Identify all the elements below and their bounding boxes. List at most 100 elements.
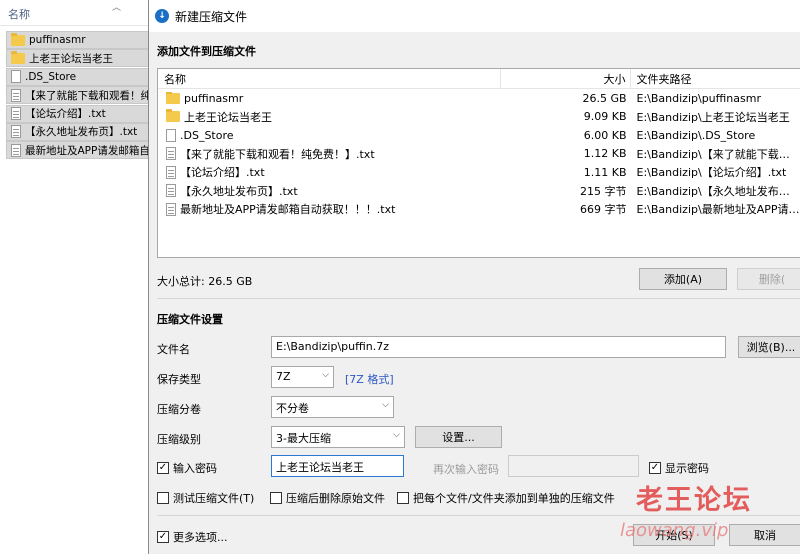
new-archive-dialog: ↓ 新建压缩文件 添加文件到压缩文件 名称 大小 文件夹路径 puffinasm… (148, 0, 800, 554)
file-size: 1.11 KB (583, 165, 627, 179)
file-list-view[interactable]: 名称 大小 文件夹路径 puffinasmr 26.5 GB E:\Bandizip… (157, 68, 800, 258)
chevron-down-icon: ⌵ (393, 430, 400, 440)
explorer-list-item[interactable]: 【永久地址发布页】.txt (6, 122, 150, 141)
explorer-item-name: 【永久地址发布页】.txt (25, 126, 138, 139)
explorer-item-name: 上老王论坛当老王 (29, 52, 113, 65)
save-type-label: 保存类型 (157, 373, 201, 386)
file-name-cell: 【论坛介绍】.txt (158, 164, 501, 180)
file-name-cell: puffinasmr (158, 91, 501, 105)
file-row[interactable]: puffinasmr 26.5 GB E:\Bandizip\puffinasmr (158, 89, 800, 108)
column-header-name[interactable]: 名称 (158, 68, 501, 89)
folder-icon (11, 50, 25, 64)
split-select[interactable]: 不分卷 ⌵ (271, 396, 394, 418)
explorer-file-list: puffinasmr 上老王论坛当老王 .DS_Store 【来了就能下载和观看！纯【… (6, 31, 150, 160)
chevron-down-icon: ⌵ (382, 400, 389, 410)
settings-button[interactable]: 设置... (415, 426, 502, 448)
split-value: 不分卷 (276, 402, 309, 415)
text-file-icon (11, 88, 21, 102)
more-options-checkbox[interactable]: ✓ 更多选项... (157, 529, 228, 545)
file-size: 215 字节 (580, 184, 627, 198)
sort-up-icon: ︿ (112, 3, 122, 13)
file-path: E:\Bandizip\.DS_Store (636, 128, 756, 142)
file-name-cell: 【永久地址发布页】.txt (158, 183, 501, 199)
file-name: 【来了就能下载和观看！纯免费！】.txt (180, 147, 375, 161)
show-password-checkbox[interactable]: ✓ 显示密码 (649, 460, 709, 476)
explorer-list-item[interactable]: .DS_Store (6, 67, 150, 86)
file-name: 【永久地址发布页】.txt (180, 184, 298, 198)
separate-archives-checkbox[interactable]: 把每个文件/文件夹添加到单独的压缩文件 (397, 490, 615, 506)
explorer-list-item[interactable]: 【论坛介绍】.txt (6, 104, 150, 123)
explorer-item-name: puffinasmr (29, 34, 86, 46)
folder-icon (166, 109, 180, 123)
file-name: 最新地址及APP请发邮箱自动获取！！！.txt (180, 203, 396, 217)
delete-button[interactable]: 删除( (737, 268, 800, 290)
explorer-pane: 名称 ︿ puffinasmr 上老王论坛当老王 .DS_Store 【来了就能下载和… (0, 0, 150, 554)
text-file-icon (166, 147, 176, 161)
explorer-list-item[interactable]: 上老王论坛当老王 (6, 49, 150, 68)
explorer-item-name: 最新地址及APP请发邮箱自 (25, 144, 150, 157)
check-icon: ✓ (649, 462, 661, 474)
format-link[interactable]: [7Z 格式] (345, 371, 394, 387)
compression-level-value: 3-最大压缩 (276, 432, 331, 445)
file-path: E:\Bandizip\最新地址及APP请发邮箱自动获取！... (636, 203, 800, 217)
reenter-password-label: 再次输入密码 (433, 463, 499, 476)
more-options-label: 更多选项... (173, 531, 228, 544)
test-archive-label: 测试压缩文件(T) (173, 492, 255, 505)
test-archive-checkbox[interactable]: 测试压缩文件(T) (157, 490, 254, 506)
compression-level-select[interactable]: 3-最大压缩 ⌵ (271, 426, 405, 448)
save-type-value: 7Z (276, 370, 291, 383)
file-row[interactable]: 【永久地址发布页】.txt 215 字节 E:\Bandizip\【永久地址发布页】… (158, 182, 800, 201)
file-path: E:\Bandizip\【永久地址发布页】.txt (636, 184, 800, 198)
cancel-button[interactable]: 取消 (729, 524, 800, 546)
file-name-cell: 【来了就能下载和观看！纯免费！】.txt (158, 146, 501, 162)
text-file-icon (11, 143, 21, 157)
explorer-list-item[interactable]: 【来了就能下载和观看！纯 (6, 86, 150, 105)
explorer-item-name: 【来了就能下载和观看！纯 (25, 89, 150, 102)
filename-input[interactable]: E:\Bandizip\puffin.7z (271, 336, 726, 358)
file-row[interactable]: 最新地址及APP请发邮箱自动获取！！！.txt 669 字节 E:\Bandizip… (158, 200, 800, 219)
file-row[interactable]: .DS_Store 6.00 KB E:\Bandizip\.DS_Store (158, 126, 800, 145)
file-name: 上老王论坛当老王 (184, 110, 272, 124)
file-name: .DS_Store (180, 128, 234, 142)
delete-original-checkbox[interactable]: 压缩后删除原始文件 (270, 490, 385, 506)
browse-button[interactable]: 浏览(B)... (738, 336, 800, 358)
file-row[interactable]: 【论坛介绍】.txt 1.11 KB E:\Bandizip\【论坛介绍】.txt (158, 163, 800, 182)
divider (157, 298, 800, 299)
show-password-label: 显示密码 (665, 462, 709, 475)
check-icon: ✓ (157, 531, 169, 543)
explorer-name-column: 名称 (8, 8, 30, 21)
file-size: 26.5 GB (582, 91, 627, 105)
filename-label: 文件名 (157, 343, 190, 356)
list-header: 名称 大小 文件夹路径 (158, 68, 800, 89)
separate-archives-label: 把每个文件/文件夹添加到单独的压缩文件 (413, 492, 615, 505)
file-row[interactable]: 【来了就能下载和观看！纯免费！】.txt 1.12 KB E:\Bandizip\【… (158, 145, 800, 164)
file-path: E:\Bandizip\puffinasmr (636, 91, 761, 105)
file-row[interactable]: 上老王论坛当老王 9.09 KB E:\Bandizip\上老王论坛当老王 (158, 108, 800, 127)
file-name: 【论坛介绍】.txt (180, 166, 265, 180)
title-bar[interactable]: ↓ 新建压缩文件 (149, 0, 800, 32)
add-button[interactable]: 添加(A) (639, 268, 727, 290)
password-input[interactable]: 上老王论坛当老王 (271, 455, 404, 477)
password-checkbox[interactable]: ✓ 输入密码 (157, 460, 217, 476)
split-label: 压缩分卷 (157, 403, 201, 416)
explorer-list-item[interactable]: 最新地址及APP请发邮箱自 (6, 141, 150, 160)
password-label: 输入密码 (173, 462, 217, 475)
explorer-item-name: .DS_Store (25, 70, 77, 83)
column-header-path[interactable]: 文件夹路径 (631, 69, 800, 89)
explorer-list-item[interactable]: puffinasmr (6, 31, 150, 49)
compression-level-label: 压缩级别 (157, 433, 201, 446)
save-type-select[interactable]: 7Z ⌵ (271, 366, 334, 388)
explorer-header[interactable]: 名称 ︿ (0, 0, 150, 26)
watermark-text: 老王论坛 (636, 485, 752, 516)
file-rows: puffinasmr 26.5 GB E:\Bandizip\puffinasmr 上… (158, 89, 800, 219)
delete-original-label: 压缩后删除原始文件 (286, 492, 385, 505)
reenter-password-input[interactable] (508, 455, 639, 477)
file-size: 9.09 KB (583, 110, 627, 124)
file-size: 1.12 KB (583, 147, 627, 161)
text-file-icon (166, 165, 176, 179)
file-path: E:\Bandizip\上老王论坛当老王 (636, 110, 790, 124)
column-header-size[interactable]: 大小 (501, 68, 631, 89)
checkbox-empty-icon (157, 492, 169, 504)
check-icon: ✓ (157, 462, 169, 474)
text-file-icon (166, 184, 176, 198)
